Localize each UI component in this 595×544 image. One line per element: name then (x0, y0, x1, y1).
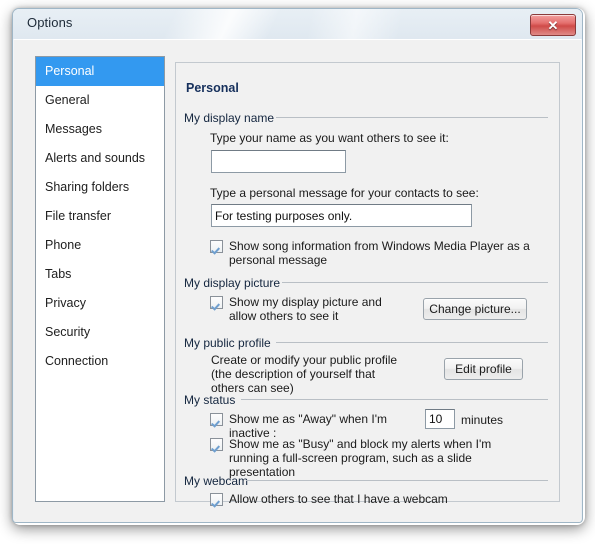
sidebar-item-privacy[interactable]: Privacy (36, 289, 164, 318)
sidebar-item-general[interactable]: General (36, 86, 164, 115)
sidebar-item-alerts-and-sounds[interactable]: Alerts and sounds (36, 144, 164, 173)
section-label-my-status: My status (184, 393, 236, 407)
personal-message-input[interactable] (211, 204, 472, 227)
sidebar-item-security[interactable]: Security (36, 318, 164, 347)
section-rule-display-picture (282, 282, 548, 283)
edit-profile-button[interactable]: Edit profile (444, 358, 523, 380)
close-button[interactable]: ✕ (530, 14, 576, 36)
sidebar-item-file-transfer[interactable]: File transfer (36, 202, 164, 231)
sidebar-item-tabs[interactable]: Tabs (36, 260, 164, 289)
display-picture-checkbox[interactable] (210, 296, 223, 309)
webcam-checkbox[interactable] (210, 493, 223, 506)
change-picture-button[interactable]: Change picture... (423, 298, 527, 320)
sidebar-item-connection[interactable]: Connection (36, 347, 164, 376)
section-label-my-webcam: My webcam (184, 474, 249, 488)
public-profile-description: Create or modify your public profile (th… (211, 353, 398, 395)
sidebar-item-sharing-folders[interactable]: Sharing folders (36, 173, 164, 202)
sidebar-item-phone[interactable]: Phone (36, 231, 164, 260)
song-info-checkbox[interactable] (210, 240, 223, 253)
category-listbox[interactable]: Personal General Messages Alerts and sou… (35, 56, 165, 502)
away-checkbox-row[interactable]: Show me as "Away" when I'm inactive : (210, 412, 420, 440)
webcam-checkbox-row[interactable]: Allow others to see that I have a webcam (210, 492, 510, 506)
dialog-button-bar: OK Cancel Apply (14, 518, 581, 522)
personal-message-label: Type a personal message for your contact… (210, 186, 479, 200)
song-info-checkbox-row[interactable]: Show song information from Windows Media… (210, 239, 540, 267)
busy-checkbox-label: Show me as "Busy" and block my alerts wh… (229, 437, 492, 479)
busy-checkbox-row[interactable]: Show me as "Busy" and block my alerts wh… (210, 437, 526, 479)
webcam-checkbox-label: Allow others to see that I have a webcam (229, 492, 448, 506)
song-info-checkbox-label: Show song information from Windows Media… (229, 239, 530, 267)
sidebar-item-personal[interactable]: Personal (36, 57, 164, 86)
options-dialog-window: Options ✕ Personal General Messages Aler… (12, 8, 583, 523)
away-minutes-input[interactable] (425, 409, 455, 429)
close-icon: ✕ (547, 17, 559, 33)
busy-checkbox[interactable] (210, 438, 223, 451)
display-picture-checkbox-row[interactable]: Show my display picture and allow others… (210, 295, 400, 323)
section-rule-display-name (276, 117, 548, 118)
section-label-my-display-picture: My display picture (184, 276, 281, 290)
dialog-client-area: Personal General Messages Alerts and sou… (14, 39, 581, 522)
section-rule-webcam (246, 480, 548, 481)
display-name-input[interactable] (211, 150, 346, 173)
sidebar-item-messages[interactable]: Messages (36, 115, 164, 144)
section-rule-status (241, 399, 548, 400)
section-rule-public-profile (276, 342, 548, 343)
window-title: Options (27, 15, 73, 30)
away-checkbox[interactable] (210, 413, 223, 426)
away-minutes-suffix-label: minutes (461, 413, 504, 427)
desktop-background: Options ✕ Personal General Messages Aler… (0, 0, 595, 544)
display-picture-checkbox-label: Show my display picture and allow others… (229, 295, 382, 323)
display-name-label: Type your name as you want others to see… (210, 131, 449, 145)
page-title: Personal (182, 81, 244, 95)
section-label-my-display-name: My display name (184, 111, 275, 125)
section-label-my-public-profile: My public profile (184, 336, 271, 350)
title-bar: Options ✕ (13, 9, 582, 39)
away-checkbox-label: Show me as "Away" when I'm inactive : (229, 412, 387, 440)
